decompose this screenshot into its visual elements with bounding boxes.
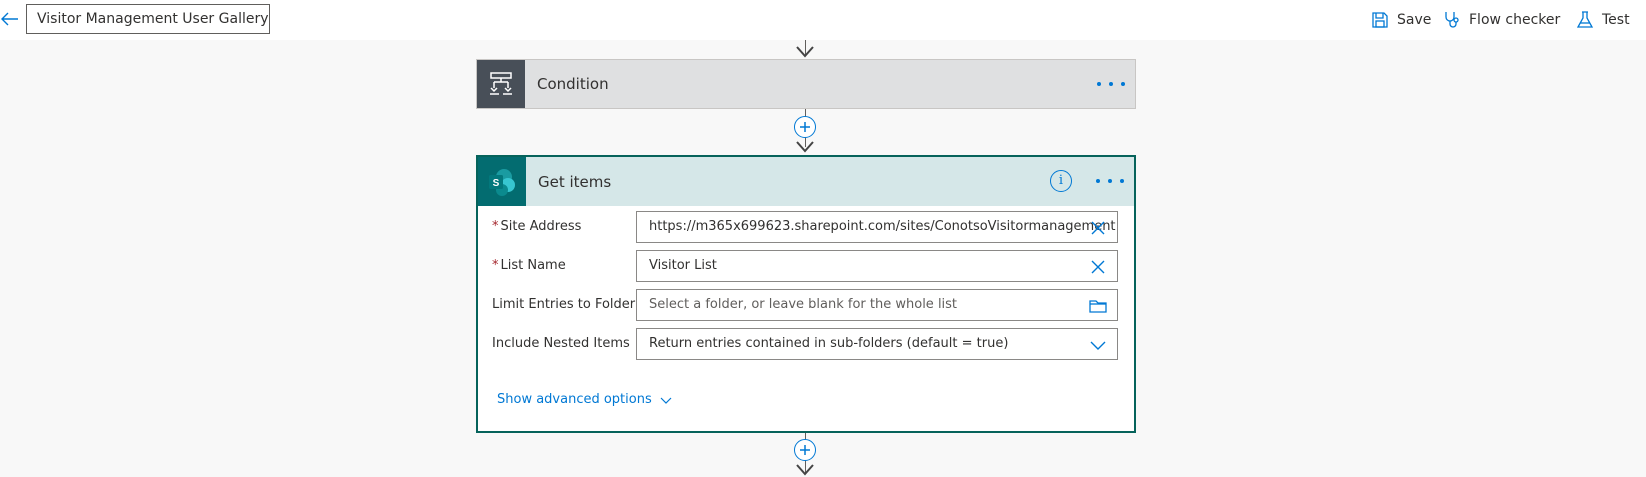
site-address-label-text: Site Address bbox=[500, 219, 582, 234]
list-name-input[interactable]: Visitor List bbox=[636, 250, 1118, 282]
info-icon[interactable]: i bbox=[1050, 170, 1072, 192]
condition-more-options-button[interactable] bbox=[1097, 72, 1125, 96]
nested-items-row: Include Nested Items Return entries cont… bbox=[478, 327, 1134, 361]
site-address-label: * Site Address bbox=[492, 219, 581, 234]
chevron-down-icon bbox=[1090, 341, 1106, 350]
save-button[interactable]: Save bbox=[1371, 8, 1431, 32]
save-icon bbox=[1372, 12, 1388, 28]
nested-items-label: Include Nested Items bbox=[492, 336, 630, 351]
arrow-down-icon bbox=[796, 464, 814, 476]
condition-icon bbox=[477, 60, 525, 108]
list-name-label-text: List Name bbox=[500, 258, 566, 273]
limit-folder-input[interactable]: Select a folder, or leave blank for the … bbox=[636, 289, 1118, 321]
required-marker: * bbox=[492, 258, 499, 273]
limit-folder-placeholder: Select a folder, or leave blank for the … bbox=[649, 297, 958, 312]
insert-step-button[interactable] bbox=[794, 439, 816, 461]
folder-icon[interactable] bbox=[1089, 297, 1107, 315]
sharepoint-icon-letter: S bbox=[493, 178, 500, 189]
list-name-value: Visitor List bbox=[649, 258, 717, 273]
arrow-down-icon bbox=[796, 46, 814, 58]
condition-step-header[interactable]: Condition bbox=[477, 60, 1135, 108]
insert-step-button[interactable] bbox=[794, 116, 816, 138]
plus-icon bbox=[800, 445, 810, 455]
command-bar: Visitor Management User Gallery Save Flo… bbox=[0, 0, 1646, 40]
dot-icon bbox=[1108, 179, 1112, 183]
site-address-input[interactable]: https://m365x699623.sharepoint.com/sites… bbox=[636, 211, 1118, 243]
nested-items-selected-value: Return entries contained in sub-folders … bbox=[649, 336, 1009, 351]
get-items-step-title: Get items bbox=[538, 172, 612, 191]
flow-checker-button[interactable]: Flow checker bbox=[1443, 8, 1560, 32]
limit-folder-row: Limit Entries to Folder Select a folder,… bbox=[478, 288, 1134, 322]
dot-icon bbox=[1097, 82, 1101, 86]
site-address-value: https://m365x699623.sharepoint.com/sites… bbox=[649, 219, 1116, 234]
list-name-row: * List Name Visitor List bbox=[478, 249, 1134, 283]
sharepoint-icon: S bbox=[478, 157, 526, 206]
arrow-down-icon bbox=[796, 141, 814, 153]
test-label: Test bbox=[1602, 12, 1630, 28]
show-advanced-options-link[interactable]: Show advanced options bbox=[497, 392, 672, 407]
clear-icon[interactable] bbox=[1089, 219, 1107, 237]
flask-icon bbox=[1576, 11, 1594, 28]
clear-icon[interactable] bbox=[1089, 258, 1107, 276]
get-items-step-header[interactable]: S Get items i bbox=[478, 157, 1134, 206]
test-button[interactable]: Test bbox=[1576, 8, 1630, 32]
flow-checker-label: Flow checker bbox=[1469, 12, 1561, 28]
condition-step-title: Condition bbox=[537, 75, 609, 93]
get-items-more-options-button[interactable] bbox=[1096, 169, 1124, 193]
dot-icon bbox=[1121, 82, 1125, 86]
condition-step-card[interactable]: Condition bbox=[476, 59, 1136, 109]
show-advanced-options-label: Show advanced options bbox=[497, 392, 652, 407]
plus-icon bbox=[800, 122, 810, 132]
nested-items-dropdown[interactable]: Return entries contained in sub-folders … bbox=[636, 328, 1118, 360]
required-marker: * bbox=[492, 219, 499, 234]
flow-name-field[interactable]: Visitor Management User Gallery bbox=[26, 4, 270, 34]
dot-icon bbox=[1120, 179, 1124, 183]
site-address-row: * Site Address https://m365x699623.sharep… bbox=[478, 210, 1134, 244]
back-arrow-icon[interactable] bbox=[0, 9, 20, 29]
dot-icon bbox=[1096, 179, 1100, 183]
list-name-label: * List Name bbox=[492, 258, 566, 273]
dot-icon bbox=[1109, 82, 1113, 86]
save-label: Save bbox=[1397, 12, 1432, 28]
stethoscope-icon bbox=[1445, 12, 1459, 28]
limit-folder-label: Limit Entries to Folder bbox=[492, 297, 636, 312]
get-items-step-card: S Get items i * Site Address https://m365… bbox=[476, 155, 1136, 433]
chevron-down-icon bbox=[660, 397, 672, 404]
